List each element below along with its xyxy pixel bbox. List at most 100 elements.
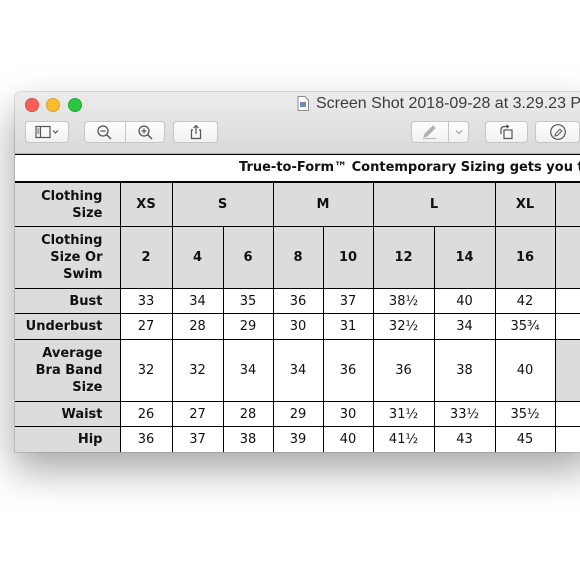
- zoom-control: [84, 121, 165, 143]
- sidebar-button[interactable]: [25, 121, 69, 143]
- close-button[interactable]: [25, 98, 39, 112]
- share-button[interactable]: [173, 121, 218, 143]
- table-cell: 31: [322, 313, 374, 340]
- size-group-next: [554, 182, 580, 227]
- table-cell: 35¾: [494, 313, 556, 340]
- size-chart-table: Clothing Size XS S M L XL Clothing Size …: [15, 182, 580, 452]
- table-cell: 28: [222, 401, 274, 427]
- table-cell: 43: [433, 426, 496, 452]
- row-label: Underbust: [15, 313, 121, 340]
- markup-circle-icon: [549, 124, 566, 140]
- markup-menu-chevron[interactable]: [449, 122, 469, 142]
- table-row: Hip 36 37 38 39 40 41½ 43 45 4: [15, 426, 580, 452]
- size-number: 8: [272, 226, 324, 289]
- zoom-in-icon: [137, 125, 153, 140]
- table-cell: 34: [272, 339, 324, 402]
- row-label: Bust: [15, 288, 121, 314]
- table-cell: 32: [171, 339, 224, 402]
- table-cell: 28: [171, 313, 224, 340]
- size-number: 16: [494, 226, 556, 289]
- size-number: 12: [372, 226, 435, 289]
- table-row: Bust 33 34 35 36 37 38½ 40 42 4: [15, 288, 580, 314]
- chevron-down-icon: [455, 130, 463, 135]
- table-cell: 38½: [372, 288, 435, 314]
- table-cell: 37: [171, 426, 224, 452]
- row-label: Clothing Size: [15, 182, 121, 227]
- table-cell: 36: [272, 288, 324, 314]
- sidebar-icon: [35, 125, 59, 139]
- table-cell: 35: [222, 288, 274, 314]
- document-icon: [297, 96, 309, 111]
- table-cell: 42: [494, 288, 556, 314]
- size-group-row: Clothing Size XS S M L XL: [15, 182, 580, 227]
- table-cell: 36: [372, 339, 435, 402]
- table-cell: 3: [554, 401, 580, 427]
- table-row: Average Bra Band Size 32 32 34 34 36 36 …: [15, 339, 580, 402]
- table-cell: 34: [433, 313, 496, 340]
- zoom-out-button[interactable]: [85, 122, 125, 142]
- table-cell: 38: [222, 426, 274, 452]
- size-number: [554, 226, 580, 289]
- table-row: Underbust 27 28 29 30 31 32½ 34 35¾ 3: [15, 313, 580, 340]
- rotate-icon: [499, 124, 513, 140]
- table-cell: 33: [119, 288, 173, 314]
- title-bar: Screen Shot 2018-09-28 at 3.29.23 PM: [15, 92, 580, 154]
- annotate-button[interactable]: [535, 121, 580, 143]
- size-group-l: L: [372, 182, 496, 227]
- table-cell: 4: [554, 426, 580, 452]
- table-cell: 3: [554, 313, 580, 340]
- table-cell: 40: [494, 339, 556, 402]
- table-cell: 30: [272, 313, 324, 340]
- size-chart-banner: True-to-Form™ Contemporary Sizing gets y…: [15, 154, 580, 182]
- table-cell: 29: [222, 313, 274, 340]
- table-cell: 32½: [372, 313, 435, 340]
- table-cell: 30: [322, 401, 374, 427]
- table-cell: 27: [171, 401, 224, 427]
- minimize-button[interactable]: [46, 98, 60, 112]
- pen-icon: [423, 125, 436, 140]
- table-cell: 34: [222, 339, 274, 402]
- size-number-row: Clothing Size Or Swim 2 4 6 8 10 12 14 1…: [15, 226, 580, 289]
- table-cell: 41½: [372, 426, 435, 452]
- size-group-s: S: [171, 182, 274, 227]
- row-label: Waist: [15, 401, 121, 427]
- table-cell: 36: [119, 426, 173, 452]
- zoom-in-button[interactable]: [126, 122, 165, 142]
- table-cell: 29: [272, 401, 324, 427]
- table-cell: 45: [494, 426, 556, 452]
- size-group-m: M: [272, 182, 374, 227]
- size-number: 4: [171, 226, 224, 289]
- rotate-button[interactable]: [485, 121, 528, 143]
- size-number: 14: [433, 226, 496, 289]
- share-icon: [190, 124, 201, 140]
- table-cell: 4: [554, 288, 580, 314]
- table-cell: 31½: [372, 401, 435, 427]
- size-number: 10: [322, 226, 374, 289]
- table-cell: [554, 339, 580, 402]
- row-label: Hip: [15, 426, 121, 452]
- table-cell: 27: [119, 313, 173, 340]
- size-group-xl: XL: [494, 182, 556, 227]
- table-cell: 34: [171, 288, 224, 314]
- size-number: 6: [222, 226, 274, 289]
- table-cell: 37: [322, 288, 374, 314]
- table-cell: 39: [272, 426, 324, 452]
- window-title: Screen Shot 2018-09-28 at 3.29.23 PM: [316, 95, 580, 112]
- table-cell: 32: [119, 339, 173, 402]
- zoom-out-icon: [97, 125, 112, 140]
- table-cell: 35½: [494, 401, 556, 427]
- table-cell: 36: [322, 339, 374, 402]
- table-cell: 40: [433, 288, 496, 314]
- table-cell: 40: [322, 426, 374, 452]
- size-number: 2: [119, 226, 173, 289]
- zoom-button[interactable]: [68, 98, 82, 112]
- document-view[interactable]: True-to-Form™ Contemporary Sizing gets y…: [15, 154, 580, 452]
- row-label: Average Bra Band Size: [15, 339, 121, 402]
- table-cell: 33½: [433, 401, 496, 427]
- table-cell: 38: [433, 339, 496, 402]
- markup-toolbar-button[interactable]: [411, 121, 469, 143]
- size-group-xs: XS: [119, 182, 173, 227]
- preview-window: Screen Shot 2018-09-28 at 3.29.23 PM Tru…: [15, 92, 580, 452]
- table-row: Waist 26 27 28 29 30 31½ 33½ 35½ 3: [15, 401, 580, 427]
- table-cell: 26: [119, 401, 173, 427]
